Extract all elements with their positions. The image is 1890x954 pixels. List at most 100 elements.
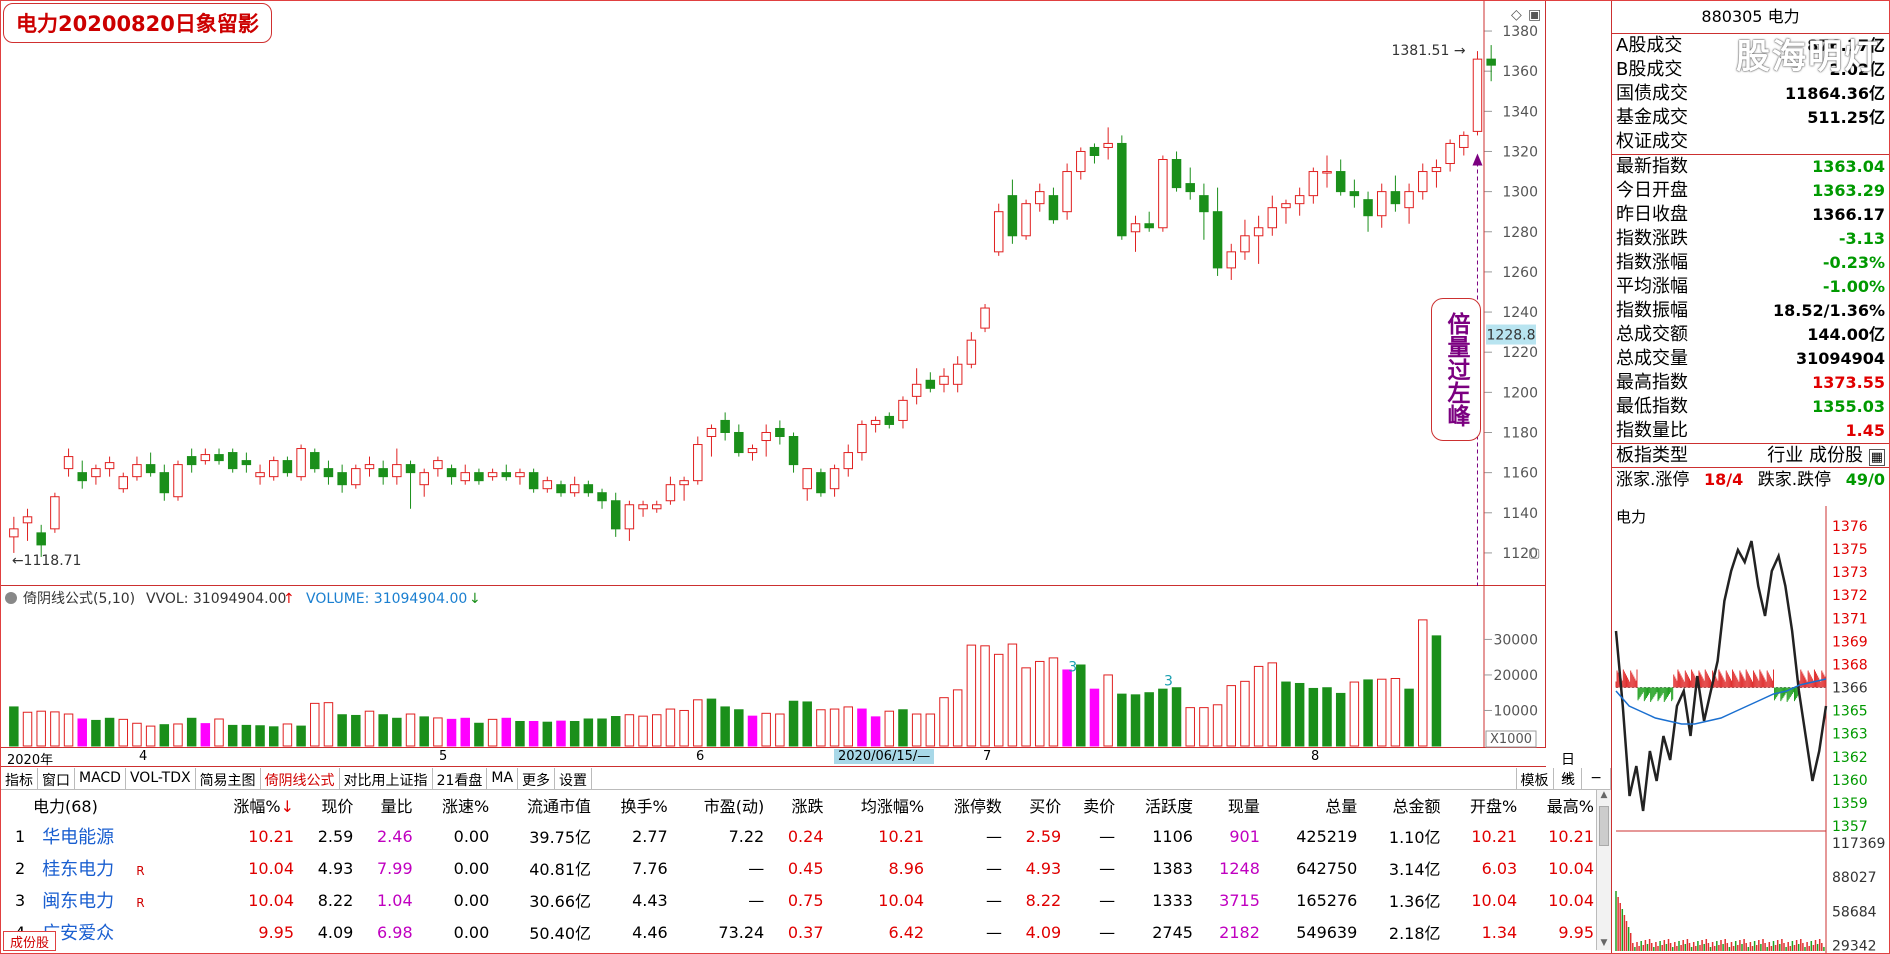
column-header-open-pct[interactable]: 开盘% xyxy=(1443,790,1520,820)
index-stat-label: 指数涨幅 xyxy=(1616,252,1688,273)
column-header-change-pct[interactable]: 涨幅%↓ xyxy=(199,790,296,820)
kline-chart-panel[interactable]: 1380 1360 1340 1320 1300 1280 1260 1240 1220 1200… xyxy=(1,1,1546,586)
tab-simple-main[interactable]: 简易主图 xyxy=(196,768,261,789)
candle-body xyxy=(747,448,758,454)
scroll-down-icon[interactable]: ▼ xyxy=(1597,938,1611,948)
candle-body xyxy=(1117,142,1127,237)
tab-21-watch[interactable]: 21看盘 xyxy=(433,768,488,789)
column-header-avg-change[interactable]: 均涨幅% xyxy=(826,790,927,820)
timeline-axis[interactable]: 2020年 4 5 6 2020/06/15/— 7 8 日线 xyxy=(1,748,1575,788)
stock-name[interactable]: 华电能源 xyxy=(40,820,199,852)
candle-body xyxy=(1130,223,1141,233)
column-header-amount[interactable]: 总金额 xyxy=(1359,790,1442,820)
board-type-value[interactable]: 行业 成份股 ▦ xyxy=(1767,444,1885,467)
mini-price-tick: 1375 xyxy=(1832,542,1868,558)
index-stat-label: 指数振幅 xyxy=(1616,300,1688,321)
volume-bar xyxy=(1048,657,1059,747)
mini-price-tick: 1369 xyxy=(1832,634,1868,650)
tab-ma[interactable]: MA xyxy=(487,768,519,789)
candle-body xyxy=(323,468,334,478)
column-header-high-pct[interactable]: 最高% xyxy=(1519,790,1596,820)
column-header-volume-ratio[interactable]: 量比 xyxy=(355,790,414,820)
candle-body xyxy=(857,423,867,454)
column-header-activity[interactable]: 活跃度 xyxy=(1117,790,1195,820)
mini-volume-tick: 29342 xyxy=(1832,939,1877,954)
column-header-change[interactable]: 涨跌 xyxy=(766,790,825,820)
table-row[interactable]: 4广安爱众9.954.096.980.0050.40亿4.4673.240.37… xyxy=(1,916,1596,948)
tab-vol-tdx[interactable]: VOL-TDX xyxy=(126,768,196,789)
volume-bar xyxy=(1390,678,1401,747)
table-cell: 4.46 xyxy=(632,922,668,942)
table-row[interactable]: 2 桂东电力 R 10.04 4.93 7.99 0.00 40.81亿 7.76 — 0.45 8.… xyxy=(1,852,1596,884)
column-header-current-vol[interactable]: 现量 xyxy=(1195,790,1262,820)
tab-template[interactable]: 模板 xyxy=(1515,768,1554,789)
column-header-price[interactable]: 现价 xyxy=(296,790,355,820)
index-stat-row: 今日开盘 1363.29 xyxy=(1612,179,1889,203)
candle-body xyxy=(296,448,306,478)
table-cell: — xyxy=(748,890,765,910)
tab-add-button[interactable]: + xyxy=(1554,768,1583,789)
volume-bar xyxy=(1431,635,1442,747)
column-header-total-vol[interactable]: 总量 xyxy=(1262,790,1359,820)
candle-body xyxy=(1185,183,1195,193)
tab-more[interactable]: 更多 xyxy=(518,768,556,789)
board-type-text: 行业 成份股 xyxy=(1767,445,1863,466)
index-stat-row: 最低指数 1355.03 xyxy=(1612,395,1889,419)
scroll-up-icon[interactable]: ▲ xyxy=(1597,790,1611,804)
candle-body xyxy=(1335,171,1346,193)
volume-bar xyxy=(679,709,689,747)
column-header-group[interactable]: 电力(68) xyxy=(1,790,199,820)
volume-bar xyxy=(63,713,74,747)
volume-bar xyxy=(159,724,170,747)
table-cell: — xyxy=(1099,858,1116,878)
table-cell: — xyxy=(748,858,765,878)
column-header-turnover[interactable]: 换手% xyxy=(593,790,670,820)
stock-name[interactable]: 桂东电力 R xyxy=(40,852,199,884)
scroll-thumb[interactable] xyxy=(1599,806,1609,846)
column-header-pe[interactable]: 市盈(动) xyxy=(670,790,767,820)
table-scrollbar[interactable]: ▲ ▼ xyxy=(1596,790,1611,950)
stock-name[interactable]: 闽东电力 R xyxy=(40,884,199,916)
indicator-tabs-bar: 指标 窗口 MACD VOL-TDX 简易主图 倚阴线公式 对比用上证指 21看… xyxy=(1,768,1611,790)
tab-macd[interactable]: MACD xyxy=(75,768,126,789)
column-header-float-mcap[interactable]: 流通市值 xyxy=(491,790,593,820)
column-header-speed[interactable]: 涨速% xyxy=(415,790,492,820)
volume-panel[interactable]: 倚阴线公式(5,10) VVOL: 31094904.00 ↑ VOLUME: 310… xyxy=(1,586,1546,748)
column-header-bid[interactable]: 买价 xyxy=(1004,790,1063,820)
chart-title: 电力20200820日象留影 xyxy=(3,3,272,43)
mini-price-tick: 1365 xyxy=(1832,704,1868,720)
mini-price-tick: 1366 xyxy=(1832,681,1868,697)
tab-remove-button[interactable]: − xyxy=(1582,768,1611,789)
tab-settings[interactable]: 设置 xyxy=(555,768,593,789)
table-cell: 4.43 xyxy=(632,890,668,910)
candle-body xyxy=(515,472,525,478)
tab-yinxian-formula[interactable]: 倚阴线公式 xyxy=(261,768,340,789)
table-cell: 7.76 xyxy=(632,858,668,878)
volume-bar xyxy=(186,717,197,747)
volume-bar xyxy=(734,709,744,747)
table-row[interactable]: 3 闽东电力 R 10.04 8.22 1.04 0.00 30.66亿 4.43 — 0.75 10… xyxy=(1,884,1596,916)
volume-bar xyxy=(597,718,607,747)
table-row[interactable]: 1 华电能源 10.21 2.59 2.46 0.00 39.75亿 2.77 7.22 0.24… xyxy=(1,820,1596,852)
tab-indicator[interactable]: 指标 xyxy=(1,768,38,789)
index-stat-value: 1373.55 xyxy=(1812,373,1885,392)
table-cell: 1383 xyxy=(1152,858,1193,878)
tab-window[interactable]: 窗口 xyxy=(38,768,75,789)
tab-constituents[interactable]: 成份股 xyxy=(3,931,57,951)
stock-name[interactable]: 广安爱众 xyxy=(40,916,199,948)
table-cell: — xyxy=(1099,826,1116,846)
down-count-label: 跌家.跌停 xyxy=(1757,470,1832,490)
index-stat-row: 总成交量 31094904 xyxy=(1612,347,1889,371)
volume-bar xyxy=(392,717,402,747)
table-cell: 10.21 xyxy=(878,826,925,846)
column-header-limit-up-count[interactable]: 涨停数 xyxy=(926,790,1004,820)
volume-bar xyxy=(378,714,388,747)
volume-bar xyxy=(610,716,621,747)
column-header-ask[interactable]: 卖价 xyxy=(1063,790,1117,820)
tab-compare-sh[interactable]: 对比用上证指 xyxy=(340,768,433,789)
intraday-mini-chart-panel[interactable]: 电力 1376 1375 1373 1372 1371 1369 1368 1366 1365 1… xyxy=(1611,506,1889,954)
price-tick-label: 1360 xyxy=(1502,64,1538,80)
table-cell: 0.24 xyxy=(787,826,824,846)
volume-tick-label: 10000 xyxy=(1493,703,1538,719)
candle-body xyxy=(91,468,101,478)
